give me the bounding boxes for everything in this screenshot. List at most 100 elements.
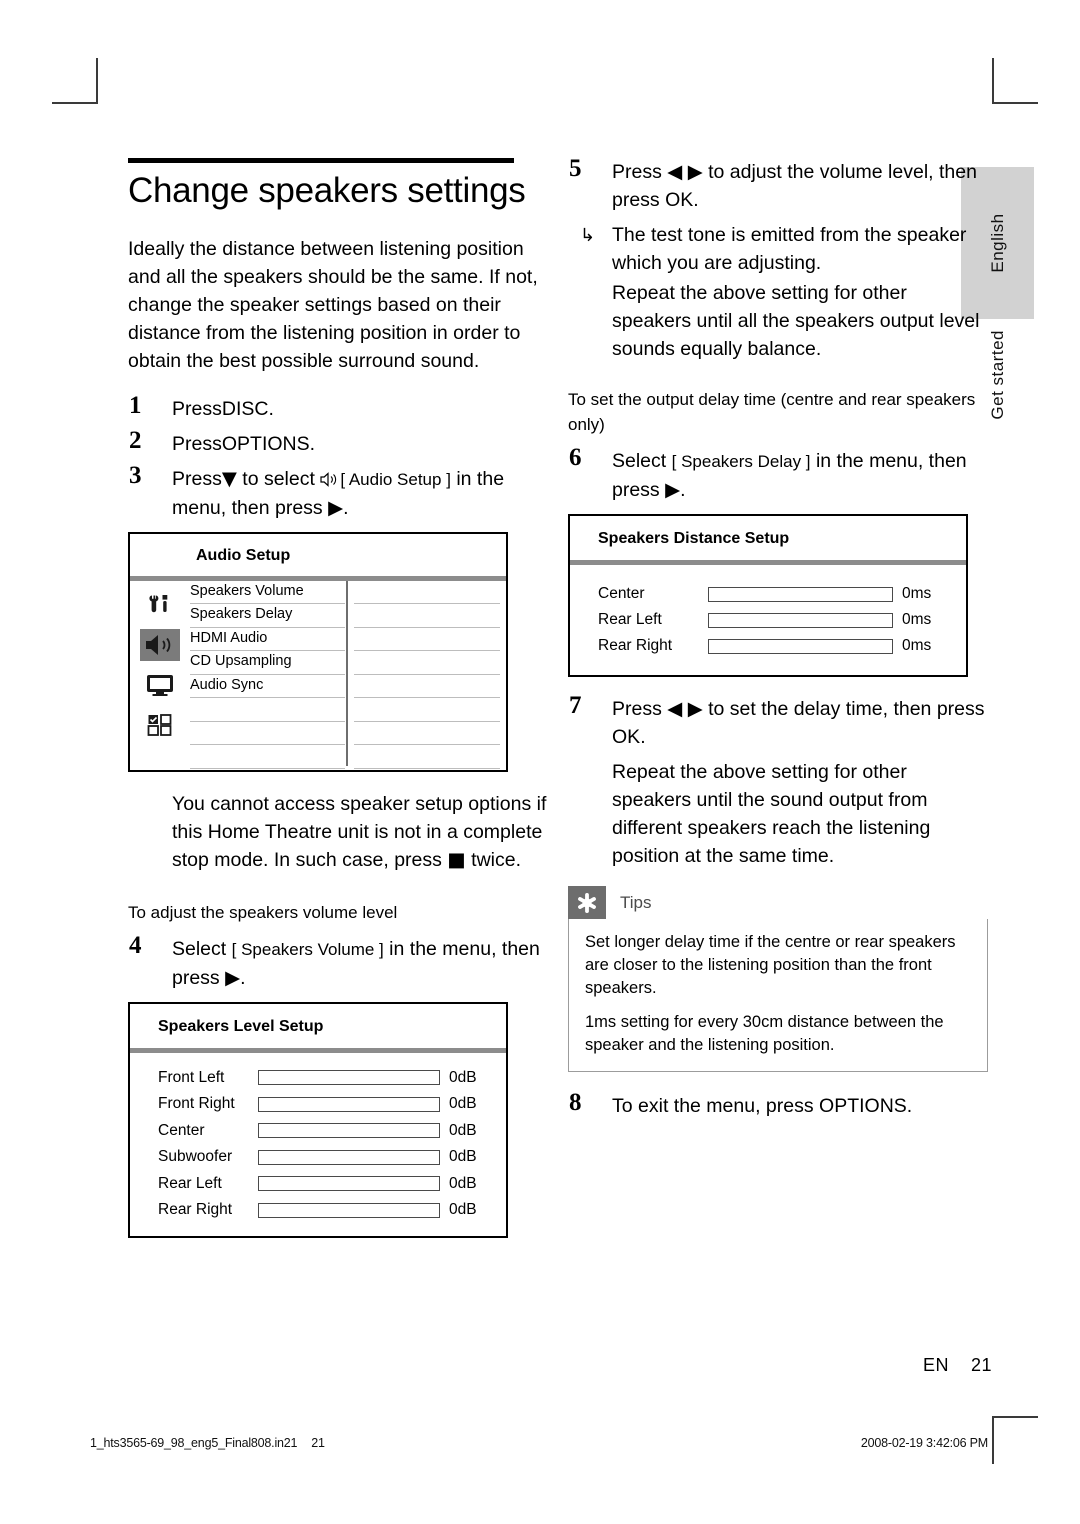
level-slider-rear-left[interactable] (258, 1176, 440, 1192)
step-5-result: ↳ The test tone is emitted from the spea… (568, 221, 988, 277)
distance-slider-rear-right[interactable] (708, 638, 893, 654)
level-row-front-left[interactable]: Front Left 0dB (130, 1065, 506, 1092)
menu-item-cd-upsampling[interactable]: CD Upsampling (190, 651, 345, 675)
distance-value-rear-left: 0ms (902, 611, 932, 628)
tips-paragraph-2: 1ms setting for every 30cm distance betw… (585, 1013, 944, 1054)
menu-item-speakers-delay[interactable]: Speakers Delay (190, 604, 345, 628)
menu-item-hdmi-audio[interactable]: HDMI Audio (190, 628, 345, 651)
menu-item-empty-1 (190, 698, 345, 722)
nav-right-icon: ▶ (665, 478, 681, 501)
display-icon[interactable] (140, 669, 180, 701)
step-6-menu-item: [ Speakers Delay ] (671, 452, 811, 471)
step-2-text: PressOPTIONS. (172, 433, 315, 455)
level-label-subwoofer: Subwoofer (158, 1148, 233, 1166)
step-8: 8 To exit the menu, press OPTIONS. (568, 1089, 988, 1120)
level-value-subwoofer: 0dB (449, 1148, 477, 1166)
level-slider-subwoofer[interactable] (258, 1149, 440, 1165)
speakers-distance-setup-dialog: Speakers Distance Setup Center 0ms Rear … (568, 514, 968, 677)
nav-down-icon: ▼ (221, 466, 237, 490)
step-7-number: 7 (569, 692, 582, 719)
intro-paragraph: Ideally the distance between listening p… (128, 237, 538, 372)
step-3-part2: to select (236, 467, 321, 490)
tools-icon[interactable] (140, 589, 180, 621)
level-label-front-left: Front Left (158, 1068, 225, 1086)
stop-icon: ■ (447, 847, 466, 871)
step-3-menu-item: [ Audio Setup ] (340, 469, 451, 489)
distance-slider-rear-left[interactable] (708, 612, 893, 628)
level-value-center: 0dB (449, 1121, 477, 1139)
footer-folio: 21 (311, 1436, 325, 1450)
step-8-number: 8 (569, 1089, 582, 1116)
step-5-text: Press ◀ ▶ to adjust the volume level, th… (612, 160, 977, 211)
level-value-rear-right: 0dB (449, 1201, 477, 1219)
level-row-center[interactable]: Center 0dB (130, 1118, 506, 1145)
menu-item-audio-sync[interactable]: Audio Sync (190, 675, 345, 698)
distance-value-rear-right: 0ms (902, 637, 932, 654)
step-4-part3: . (240, 966, 246, 989)
level-slider-front-left[interactable] (258, 1070, 440, 1086)
level-slider-center[interactable] (258, 1123, 440, 1139)
step-7-part2: to set the delay time, then press (702, 698, 985, 720)
step-3-number: 3 (129, 461, 142, 489)
level-label-rear-left: Rear Left (158, 1174, 222, 1192)
level-value-front-right: 0dB (449, 1095, 477, 1113)
step-4-menu-item: [ Speakers Volume ] (231, 939, 384, 959)
level-slider-rear-right[interactable] (258, 1202, 440, 1218)
side-tab-chapter-label: Get started (987, 330, 1007, 420)
level-row-subwoofer[interactable]: Subwoofer 0dB (130, 1144, 506, 1171)
distance-row-rear-right[interactable]: Rear Right 0ms (570, 633, 966, 659)
nav-right-icon: ▶ (328, 495, 344, 519)
step-6-part1: Select (612, 450, 672, 472)
speakers-level-setup-dialog: Speakers Level Setup Front Left 0dB Fron… (128, 1001, 508, 1238)
nav-right-icon: ▶ (687, 697, 703, 720)
audio-setup-title: Audio Setup (196, 546, 291, 564)
step-2-button: OPTIONS (221, 432, 310, 455)
tips-paragraph-1: Set longer delay time if the centre or r… (585, 933, 956, 997)
step-5-result-text: The test tone is emitted from the speake… (612, 224, 967, 274)
distance-row-rear-left[interactable]: Rear Left 0ms (570, 607, 966, 633)
footer-filename-text: 1_hts3565-69_98_eng5_Final808.in21 (90, 1436, 298, 1450)
step-5-part3: . (693, 189, 699, 211)
level-slider-front-right[interactable] (258, 1096, 440, 1112)
preferences-icon[interactable] (140, 709, 180, 741)
level-row-front-right[interactable]: Front Right 0dB (130, 1091, 506, 1118)
speaker-icon (320, 467, 340, 490)
step-1-number: 1 (129, 391, 142, 419)
menu-value-8 (354, 745, 500, 769)
level-label-front-right: Front Right (158, 1095, 235, 1113)
level-row-rear-left[interactable]: Rear Left 0dB (130, 1171, 506, 1198)
distance-slider-center[interactable] (708, 586, 893, 602)
step-4-text: Select [ Speakers Volume ] in the menu, … (172, 938, 540, 989)
distance-row-center[interactable]: Center 0ms (570, 581, 966, 607)
menu-item-speakers-volume[interactable]: Speakers Volume (190, 581, 345, 604)
menu-value-4 (354, 651, 500, 675)
nav-right-icon: ▶ (687, 160, 703, 183)
language-code: EN (922, 1355, 949, 1375)
speaker-icon[interactable] (140, 628, 180, 661)
tips-label: Tips (620, 892, 652, 912)
step-2: 2 PressOPTIONS. (128, 427, 548, 458)
step-7: 7 Press ◀ ▶ to set the delay time, then … (568, 692, 988, 751)
distance-label-center: Center (598, 585, 645, 602)
level-label-rear-right: Rear Right (158, 1201, 233, 1219)
speakers-distance-rows: Center 0ms Rear Left 0ms Rear Right 0ms (570, 565, 966, 675)
level-value-rear-left: 0dB (449, 1174, 477, 1192)
step-5-number: 5 (569, 155, 582, 182)
menu-value-7 (354, 722, 500, 745)
speakers-distance-setup-title: Speakers Distance Setup (598, 530, 790, 547)
step-7-text: Press ◀ ▶ to set the delay time, then pr… (612, 697, 985, 748)
caution-note: You cannot access speaker setup options … (128, 790, 548, 874)
step-7-ok-button: OK (612, 726, 641, 748)
step-5-continuation: Repeat the above setting for other speak… (612, 282, 980, 360)
nav-right-icon: ▶ (225, 965, 241, 989)
audio-setup-menu: Audio Setup Speakers Volume Speakers Del… (128, 531, 508, 772)
step-6: 6 Select [ Speakers Delay ] in the menu,… (568, 444, 988, 504)
step-6-part3: . (680, 479, 686, 501)
level-row-rear-right[interactable]: Rear Right 0dB (130, 1197, 506, 1224)
delay-section-heading: To set the output delay time (centre and… (568, 390, 976, 434)
step-4-number: 4 (129, 931, 142, 959)
menu-value-1 (354, 581, 500, 604)
step-7-continuation: Repeat the above setting for other speak… (612, 761, 931, 867)
audio-setup-rows: Speakers Volume Speakers Delay HDMI Audi… (190, 580, 506, 769)
step-7-part3: . (640, 726, 646, 748)
